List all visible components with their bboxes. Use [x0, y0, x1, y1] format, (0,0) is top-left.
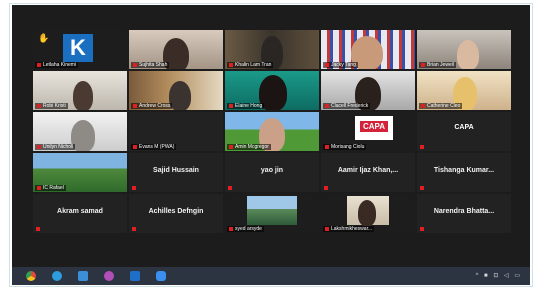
mic-muted-icon	[420, 227, 424, 231]
mic-muted-icon	[37, 62, 41, 67]
mic-muted-icon	[133, 103, 137, 108]
windows-taskbar: ^ ■ ⊡ ◁ ▭	[12, 267, 530, 285]
participant-tile[interactable]: CAPA	[417, 112, 511, 151]
mic-muted-icon	[324, 186, 328, 190]
participant-tile[interactable]: IC Rafael	[33, 153, 127, 192]
mic-muted-icon	[325, 103, 329, 108]
participant-tile[interactable]: Clacell Frederick	[321, 71, 415, 110]
participant-tile[interactable]: syed arsyde	[225, 194, 319, 233]
participant-name-label: Letlaha Kinemi	[35, 62, 79, 68]
edge-icon[interactable]	[52, 271, 62, 281]
participant-tile[interactable]: Akram samad	[33, 194, 127, 233]
app-icon[interactable]	[104, 271, 114, 281]
participant-name-label: Morisang Ciolu	[323, 144, 367, 150]
capa-logo: CAPA	[355, 116, 393, 140]
participant-tile[interactable]: Sajid Hussain	[129, 153, 223, 192]
participant-tile[interactable]: Sujhita Shah	[129, 30, 223, 69]
participant-tile[interactable]: Aamir Ijaz Khan,...	[321, 153, 415, 192]
participant-name-label: Khalin Lam Tran	[227, 62, 274, 68]
participant-tile[interactable]: Catherine Cleo	[417, 71, 511, 110]
participant-name-label: Jacky Tang	[323, 62, 358, 68]
participant-gallery: ✋ K Letlaha Kinemi Sujhita Shah Khalin L…	[33, 30, 511, 233]
mic-muted-icon	[133, 62, 137, 67]
participant-tile[interactable]: Andrew Cross	[129, 71, 223, 110]
participant-tile[interactable]: Robi Kristi	[33, 71, 127, 110]
participant-name-display: yao jin	[260, 167, 284, 174]
participant-tile[interactable]: Tishanga Kumar...	[417, 153, 511, 192]
mic-muted-icon	[132, 186, 136, 190]
participant-name-label: Catherine Cleo	[419, 103, 463, 109]
mic-muted-icon	[325, 226, 329, 231]
participant-tile[interactable]: CAPA Morisang Ciolu	[321, 112, 415, 151]
participant-name-display: Narendra Bhatta...	[433, 208, 495, 215]
mic-muted-icon	[37, 103, 41, 108]
participant-name-label: Amin Mcgregor	[227, 144, 271, 150]
mic-muted-icon	[229, 103, 233, 108]
participant-tile[interactable]: Elaine Hong	[225, 71, 319, 110]
chrome-icon[interactable]	[26, 271, 36, 281]
participant-name-label: syed arsyde	[227, 226, 264, 232]
participant-name-label: Sujhita Shah	[131, 62, 170, 68]
participant-tile[interactable]: Brian Jeweil	[417, 30, 511, 69]
participant-tile[interactable]: Lakshmikheswar...	[321, 194, 415, 233]
files-icon[interactable]	[78, 271, 88, 281]
mic-muted-icon	[36, 227, 40, 231]
participant-name-label: Andrew Cross	[131, 103, 173, 109]
mic-muted-icon	[37, 144, 41, 149]
participant-tile[interactable]: Khalin Lam Tran	[225, 30, 319, 69]
participant-tile[interactable]: Narendra Bhatta...	[417, 194, 511, 233]
participant-name-display: CAPA	[454, 124, 474, 131]
mic-muted-icon	[421, 62, 425, 67]
participant-name-label: Robi Kristi	[35, 103, 68, 109]
participant-name-label: Clacell Frederick	[323, 103, 371, 109]
mic-muted-icon	[229, 62, 233, 67]
mic-muted-icon	[325, 144, 329, 149]
zoom-icon[interactable]	[156, 271, 166, 281]
participant-name-display: Achilles Defngin	[148, 208, 204, 215]
participant-name-label: IC Rafael	[35, 185, 66, 191]
participant-tile[interactable]: Jacky Tang	[321, 30, 415, 69]
mic-muted-icon	[228, 186, 232, 190]
mic-muted-icon	[229, 144, 233, 149]
participant-name-display: Akram samad	[57, 208, 103, 215]
participant-tile[interactable]: yao jin	[225, 153, 319, 192]
participant-tile[interactable]: Unilyn Nicholl	[33, 112, 127, 151]
participant-name-display: Sajid Hussain	[153, 167, 199, 174]
mic-muted-icon	[132, 227, 136, 231]
mic-muted-icon	[421, 103, 425, 108]
participant-tile[interactable]: Evans M (PWA)	[129, 112, 223, 151]
outlook-icon[interactable]	[130, 271, 140, 281]
mic-muted-icon	[229, 226, 233, 231]
participant-tile[interactable]: Achilles Defngin	[129, 194, 223, 233]
mic-muted-icon	[325, 62, 329, 67]
participant-tile[interactable]: ✋ K Letlaha Kinemi	[33, 30, 127, 69]
participant-name-display: Tishanga Kumar...	[433, 167, 495, 174]
participant-logo: K	[63, 34, 93, 62]
participant-tile[interactable]: Amin Mcgregor	[225, 112, 319, 151]
participant-name-label: Lakshmikheswar...	[323, 226, 375, 232]
participant-name-label: Unilyn Nicholl	[35, 144, 76, 150]
raised-hand-icon: ✋	[38, 33, 50, 43]
mic-muted-icon	[420, 145, 424, 149]
system-tray[interactable]: ^ ■ ⊡ ◁ ▭	[476, 272, 522, 279]
mic-muted-icon	[37, 185, 41, 190]
mic-muted-icon	[133, 144, 137, 149]
participant-name-label: Brian Jeweil	[419, 62, 456, 68]
participant-name-label: Evans M (PWA)	[131, 144, 177, 150]
mic-muted-icon	[420, 186, 424, 190]
participant-name-display: Aamir Ijaz Khan,...	[337, 167, 399, 174]
participant-name-label: Elaine Hong	[227, 103, 265, 109]
